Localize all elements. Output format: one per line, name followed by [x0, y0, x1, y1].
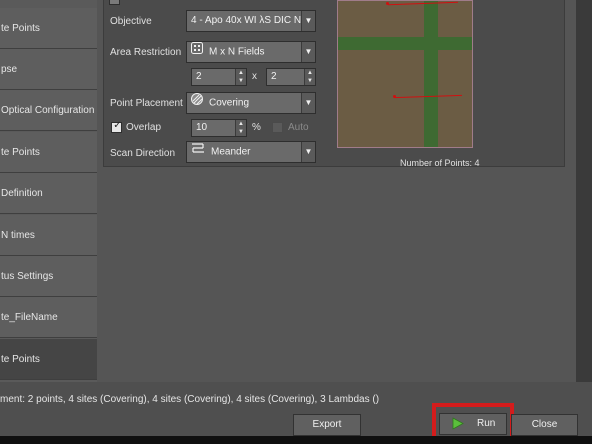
grid-fields-icon: [191, 42, 203, 62]
field-preview-image: [337, 0, 473, 148]
check-icon: ✓: [113, 120, 122, 131]
sidebar-item-definition[interactable]: Definition: [0, 173, 97, 214]
sidebar-item-filename[interactable]: te_FileName: [0, 297, 97, 338]
objective-label: Objective: [110, 16, 152, 27]
scan-direction-select[interactable]: Meander ▼: [186, 141, 316, 163]
point-placement-select[interactable]: Covering ▼: [186, 92, 316, 114]
objective-select[interactable]: 4 - Apo 40x WI λS DIC N2 ▼: [186, 10, 316, 32]
stepper-up-icon[interactable]: ▲: [236, 69, 246, 77]
sidebar-item-label: te Points: [1, 23, 40, 34]
sidebar-item-label: Optical Configuration: [1, 105, 95, 116]
stepper-buttons: ▲ ▼: [304, 69, 315, 85]
sidebar-item-label: Definition: [1, 188, 43, 199]
auto-checkbox[interactable]: [272, 122, 283, 133]
stepper-up-icon[interactable]: ▲: [305, 69, 315, 77]
area-restriction-value: M x N Fields: [209, 46, 265, 58]
sidebar: te Points pse Optical Configuration te P…: [0, 0, 97, 382]
area-settings-group: Objective 4 - Apo 40x WI λS DIC N2 ▼ Are…: [103, 0, 565, 167]
sidebar-item-n-times[interactable]: N times: [0, 215, 97, 256]
overlap-label: Overlap: [126, 122, 162, 133]
window-bottom-edge: [0, 436, 592, 444]
chevron-down-icon: ▼: [301, 42, 315, 62]
stepper-down-icon[interactable]: ▼: [236, 77, 246, 85]
sidebar-item-focus-settings[interactable]: tus Settings: [0, 256, 97, 297]
number-of-points-label: Number of Points: 4: [400, 158, 480, 168]
sidebar-item-label: te_FileName: [1, 312, 58, 323]
dialog-window: te Points pse Optical Configuration te P…: [0, 0, 592, 444]
sidebar-item-label: pse: [1, 64, 18, 75]
export-button-label: Export: [312, 419, 342, 430]
export-button[interactable]: Export: [293, 414, 361, 436]
right-edge-strip: [576, 0, 592, 382]
stepper-up-icon[interactable]: ▲: [236, 120, 246, 128]
m-fields-stepper[interactable]: 2 ▲ ▼: [191, 68, 247, 86]
stepper-down-icon[interactable]: ▼: [236, 128, 246, 136]
auto-label: Auto: [288, 122, 309, 133]
chevron-down-icon: ▼: [301, 11, 315, 31]
overlap-checkbox[interactable]: ✓: [111, 120, 122, 133]
point-placement-label: Point Placement: [110, 98, 183, 109]
covering-pattern-icon: [191, 93, 203, 113]
customize-preview-checkbox[interactable]: [109, 0, 120, 5]
n-fields-stepper[interactable]: 2 ▲ ▼: [266, 68, 316, 86]
grid-line-horizontal: [338, 37, 472, 50]
sidebar-item-create-points-1[interactable]: te Points: [0, 8, 97, 49]
area-restriction-label: Area Restriction: [110, 47, 182, 58]
sidebar-item-label: N times: [1, 230, 35, 241]
stepper-buttons: ▲ ▼: [235, 120, 246, 136]
sidebar-item-create-points-active[interactable]: te Points: [0, 339, 97, 380]
point-placement-value: Covering: [209, 97, 250, 109]
chevron-down-icon: ▼: [301, 142, 315, 162]
scan-marker-line: [388, 1, 458, 6]
chevron-down-icon: ▼: [301, 93, 315, 113]
overlap-unit: %: [252, 122, 261, 133]
close-button-label: Close: [531, 419, 558, 430]
m-fields-value: 2: [196, 71, 202, 82]
settings-panel: Objective 4 - Apo 40x WI λS DIC N2 ▼ Are…: [97, 0, 576, 382]
scan-direction-value: Meander: [211, 146, 251, 158]
n-fields-value: 2: [271, 71, 277, 82]
point-marker: [386, 2, 389, 5]
area-restriction-select[interactable]: M x N Fields ▼: [186, 41, 316, 63]
sidebar-item-lapse[interactable]: pse: [0, 49, 97, 90]
overlap-stepper[interactable]: 10 ▲ ▼: [191, 119, 247, 137]
grid-line-vertical: [424, 1, 438, 147]
objective-value: 4 - Apo 40x WI λS DIC N2: [191, 15, 307, 26]
close-button[interactable]: Close: [511, 414, 578, 436]
sidebar-item-create-points-2[interactable]: te Points: [0, 132, 97, 173]
sidebar-item-label: te Points: [1, 354, 40, 365]
sidebar-item-label: tus Settings: [1, 271, 54, 282]
run-highlight-box: [432, 403, 514, 440]
stepper-down-icon[interactable]: ▼: [305, 77, 315, 85]
fields-x-separator: x: [252, 71, 257, 82]
meander-icon: [191, 142, 205, 162]
overlap-value: 10: [196, 122, 208, 133]
point-marker: [393, 95, 396, 98]
stepper-buttons: ▲ ▼: [235, 69, 246, 85]
sidebar-item-label: te Points: [1, 147, 40, 158]
scan-direction-label: Scan Direction: [110, 148, 176, 159]
sidebar-item-optical-configuration[interactable]: Optical Configuration: [0, 90, 97, 131]
